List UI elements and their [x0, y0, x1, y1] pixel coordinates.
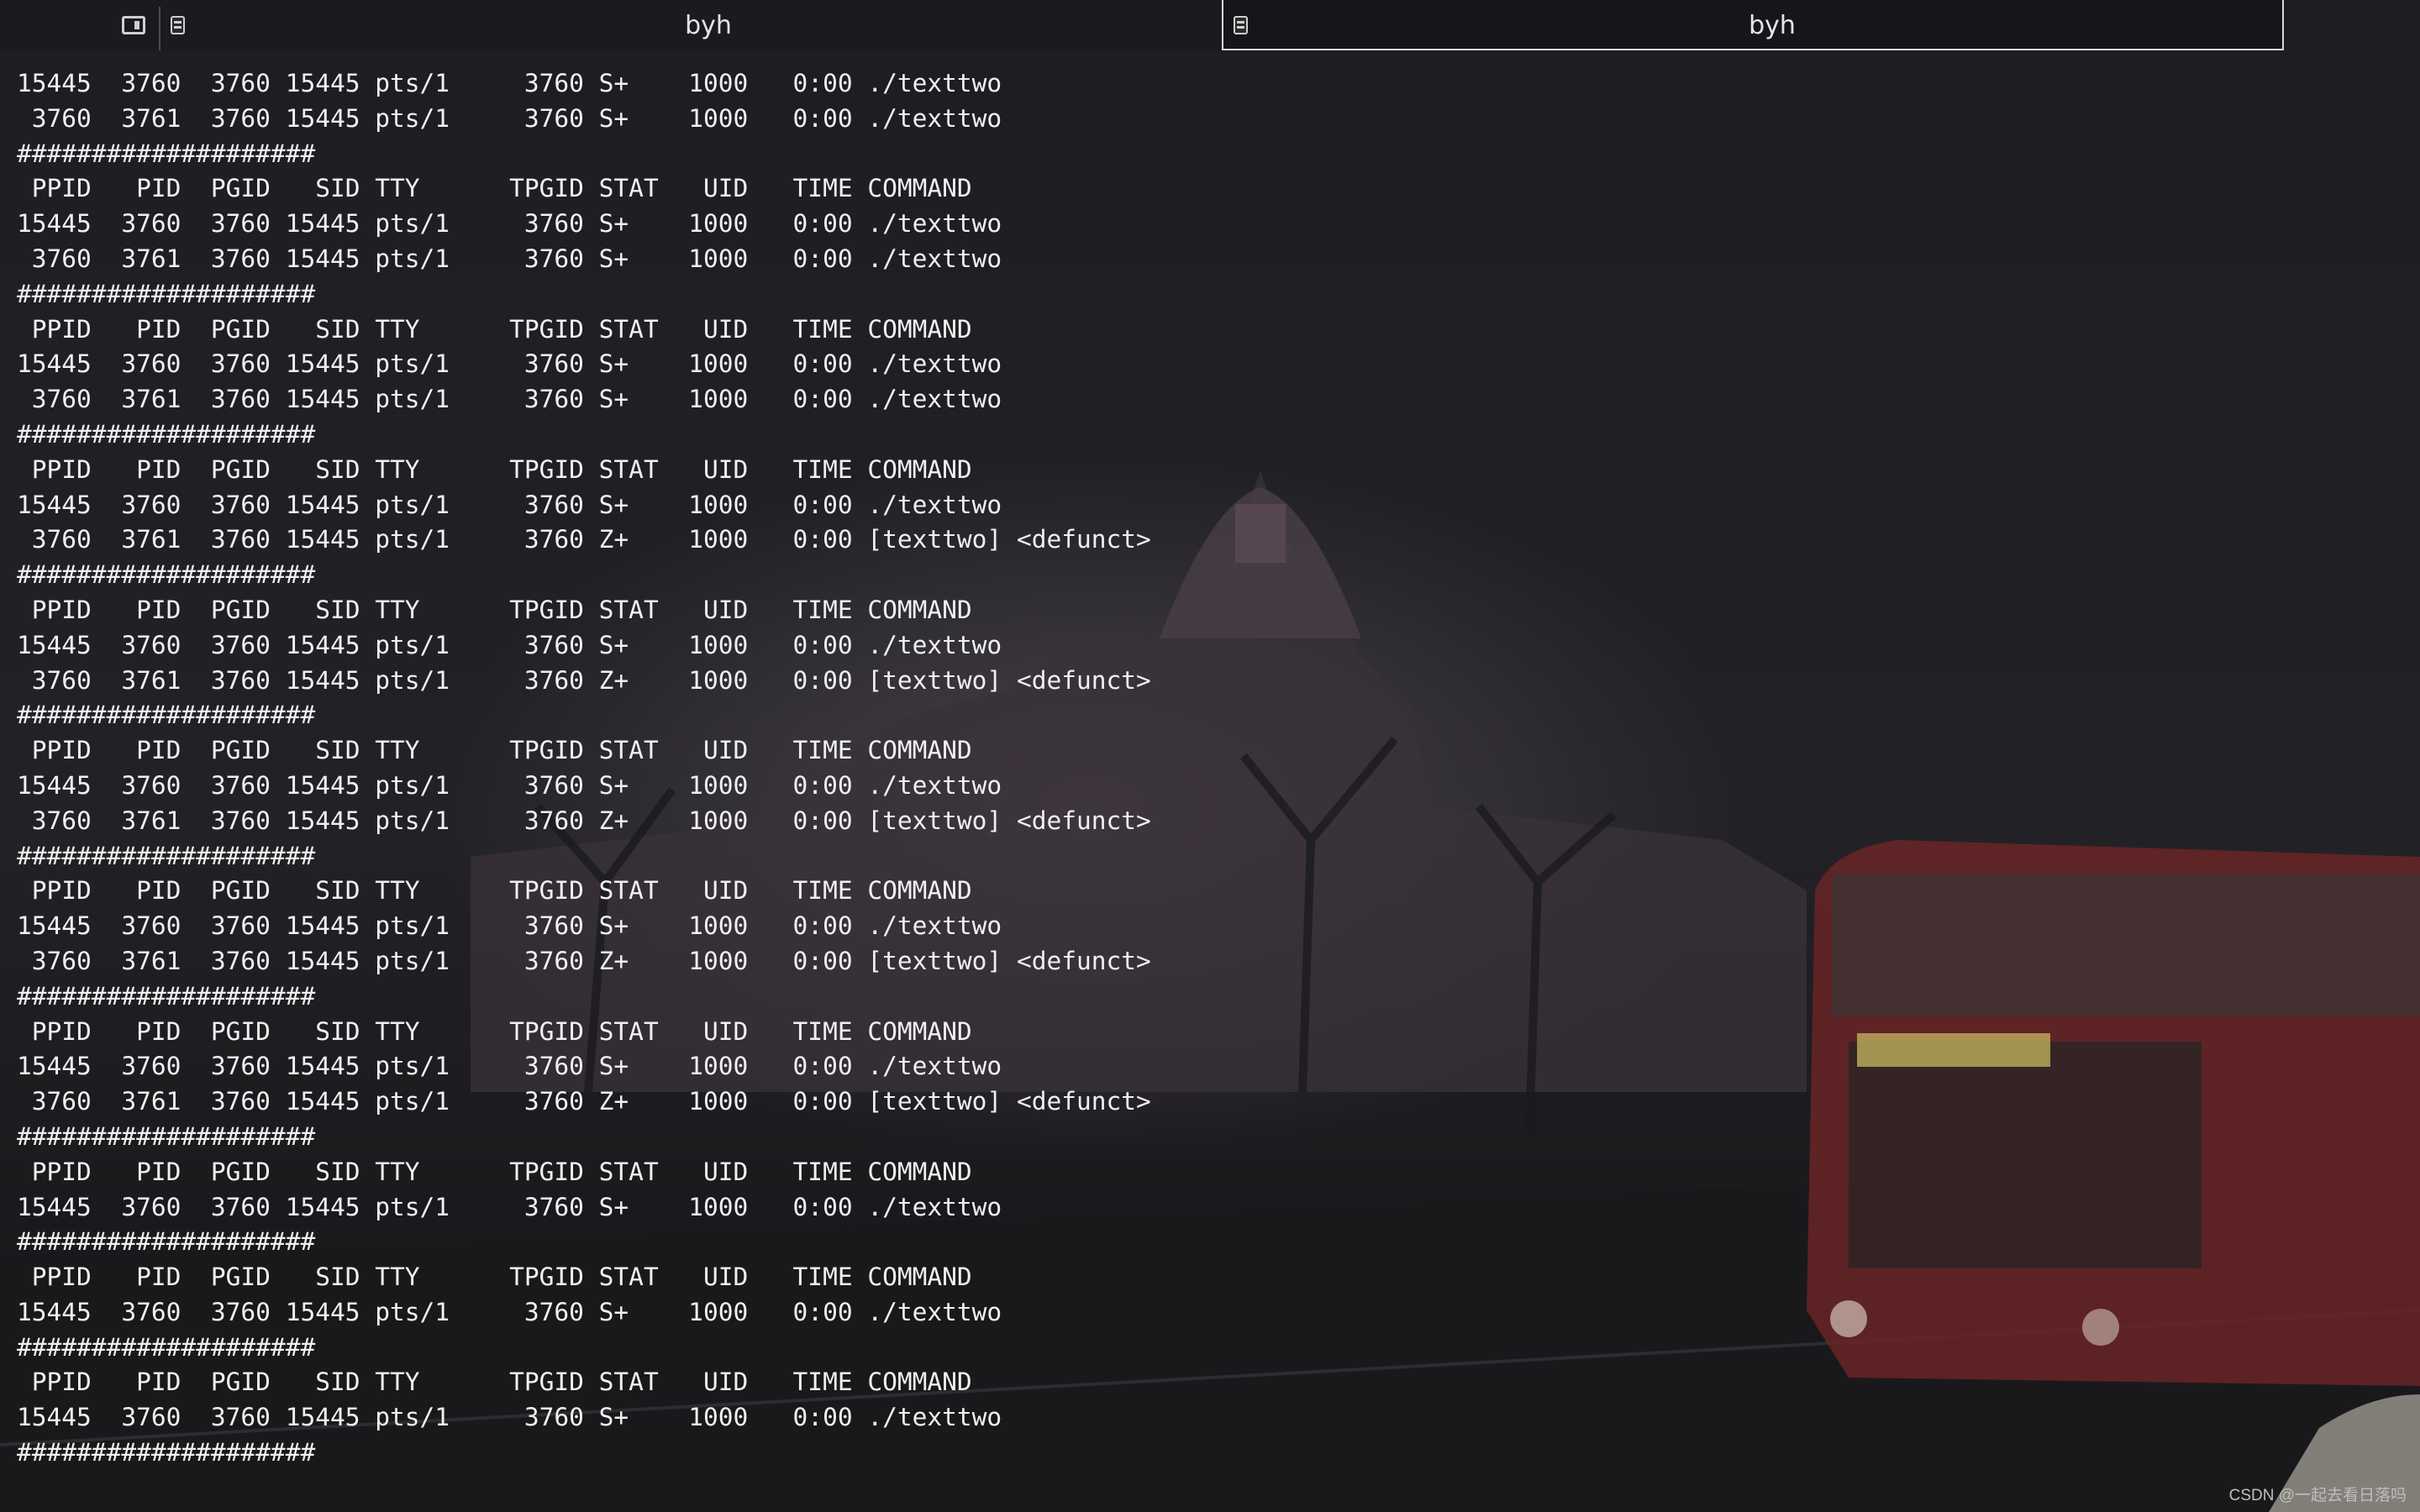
terminal-line: PPID PID PGID SID TTY TPGID STAT UID TIM…	[17, 174, 972, 203]
terminal-line: PPID PID PGID SID TTY TPGID STAT UID TIM…	[17, 454, 972, 484]
terminal-line: PPID PID PGID SID TTY TPGID STAT UID TIM…	[17, 876, 972, 906]
terminal-line: 15445 3760 3760 15445 pts/1 3760 S+ 1000…	[17, 69, 1002, 97]
terminal-line: 3760 3761 3760 15445 pts/1 3760 Z+ 1000 …	[17, 946, 1151, 975]
terminal-line: 15445 3760 3760 15445 pts/1 3760 S+ 1000…	[17, 630, 1002, 659]
tab-divider	[159, 7, 160, 50]
terminal-line: 15445 3760 3760 15445 pts/1 3760 S+ 1000…	[17, 1052, 1002, 1081]
terminal-output[interactable]: 15445 3760 3760 15445 pts/1 3760 S+ 1000…	[17, 66, 1210, 1471]
left-window-titlebar[interactable]: byh	[0, 0, 1220, 50]
terminal-line: 15445 3760 3760 15445 pts/1 3760 S+ 1000…	[17, 1192, 1002, 1221]
terminal-line: 15445 3760 3760 15445 pts/1 3760 S+ 1000…	[17, 209, 1002, 239]
terminal-icon	[171, 16, 185, 34]
right-window-titlebar[interactable]: byh	[1222, 0, 2284, 50]
terminal-line: PPID PID PGID SID TTY TPGID STAT UID TIM…	[17, 314, 972, 344]
terminal-line: 3760 3761 3760 15445 pts/1 3760 Z+ 1000 …	[17, 806, 1151, 835]
terminal-line: ####################	[17, 701, 316, 730]
terminal-line: 15445 3760 3760 15445 pts/1 3760 S+ 1000…	[17, 490, 1002, 519]
terminal-line: ####################	[17, 981, 316, 1011]
terminal-line: 3760 3761 3760 15445 pts/1 3760 Z+ 1000 …	[17, 665, 1151, 695]
terminal-line: ####################	[17, 1438, 316, 1467]
terminal-line: PPID PID PGID SID TTY TPGID STAT UID TIM…	[17, 595, 972, 624]
terminal-line: ####################	[17, 1332, 316, 1362]
terminal-line: 3760 3761 3760 15445 pts/1 3760 S+ 1000 …	[17, 385, 1002, 414]
terminal-line: ####################	[17, 841, 316, 870]
terminal-line: ####################	[17, 419, 316, 449]
terminal-line: 3760 3761 3760 15445 pts/1 3760 Z+ 1000 …	[17, 1087, 1151, 1116]
terminal-line: 15445 3760 3760 15445 pts/1 3760 S+ 1000…	[17, 911, 1002, 941]
terminal-line: ####################	[17, 560, 316, 590]
terminal-line: PPID PID PGID SID TTY TPGID STAT UID TIM…	[17, 1263, 972, 1292]
terminal-line: 15445 3760 3760 15445 pts/1 3760 S+ 1000…	[17, 349, 1002, 379]
watermark-text: CSDN @一起去看日落吗	[2228, 1487, 2407, 1504]
window-title: byh	[685, 11, 732, 40]
terminal-line: ####################	[17, 1121, 316, 1151]
terminal-line: 3760 3761 3760 15445 pts/1 3760 Z+ 1000 …	[17, 525, 1151, 554]
terminal-icon	[1234, 16, 1248, 34]
terminal-line: 3760 3761 3760 15445 pts/1 3760 S+ 1000 …	[17, 244, 1002, 273]
terminal-line: ####################	[17, 139, 316, 168]
terminal-line: PPID PID PGID SID TTY TPGID STAT UID TIM…	[17, 1157, 972, 1186]
terminal-line: ####################	[17, 1227, 316, 1257]
terminal-line: 15445 3760 3760 15445 pts/1 3760 S+ 1000…	[17, 770, 1002, 800]
terminal-line: ####################	[17, 279, 316, 308]
terminal-line: 15445 3760 3760 15445 pts/1 3760 S+ 1000…	[17, 1403, 1002, 1432]
window-title: byh	[1749, 11, 1796, 40]
split-view-icon[interactable]	[122, 16, 145, 34]
terminal-line: 15445 3760 3760 15445 pts/1 3760 S+ 1000…	[17, 1297, 1002, 1326]
terminal-line: 3760 3761 3760 15445 pts/1 3760 S+ 1000 …	[17, 103, 1002, 133]
terminal-line: PPID PID PGID SID TTY TPGID STAT UID TIM…	[17, 1368, 972, 1397]
terminal-line: PPID PID PGID SID TTY TPGID STAT UID TIM…	[17, 736, 972, 765]
terminal-line: PPID PID PGID SID TTY TPGID STAT UID TIM…	[17, 1016, 972, 1046]
